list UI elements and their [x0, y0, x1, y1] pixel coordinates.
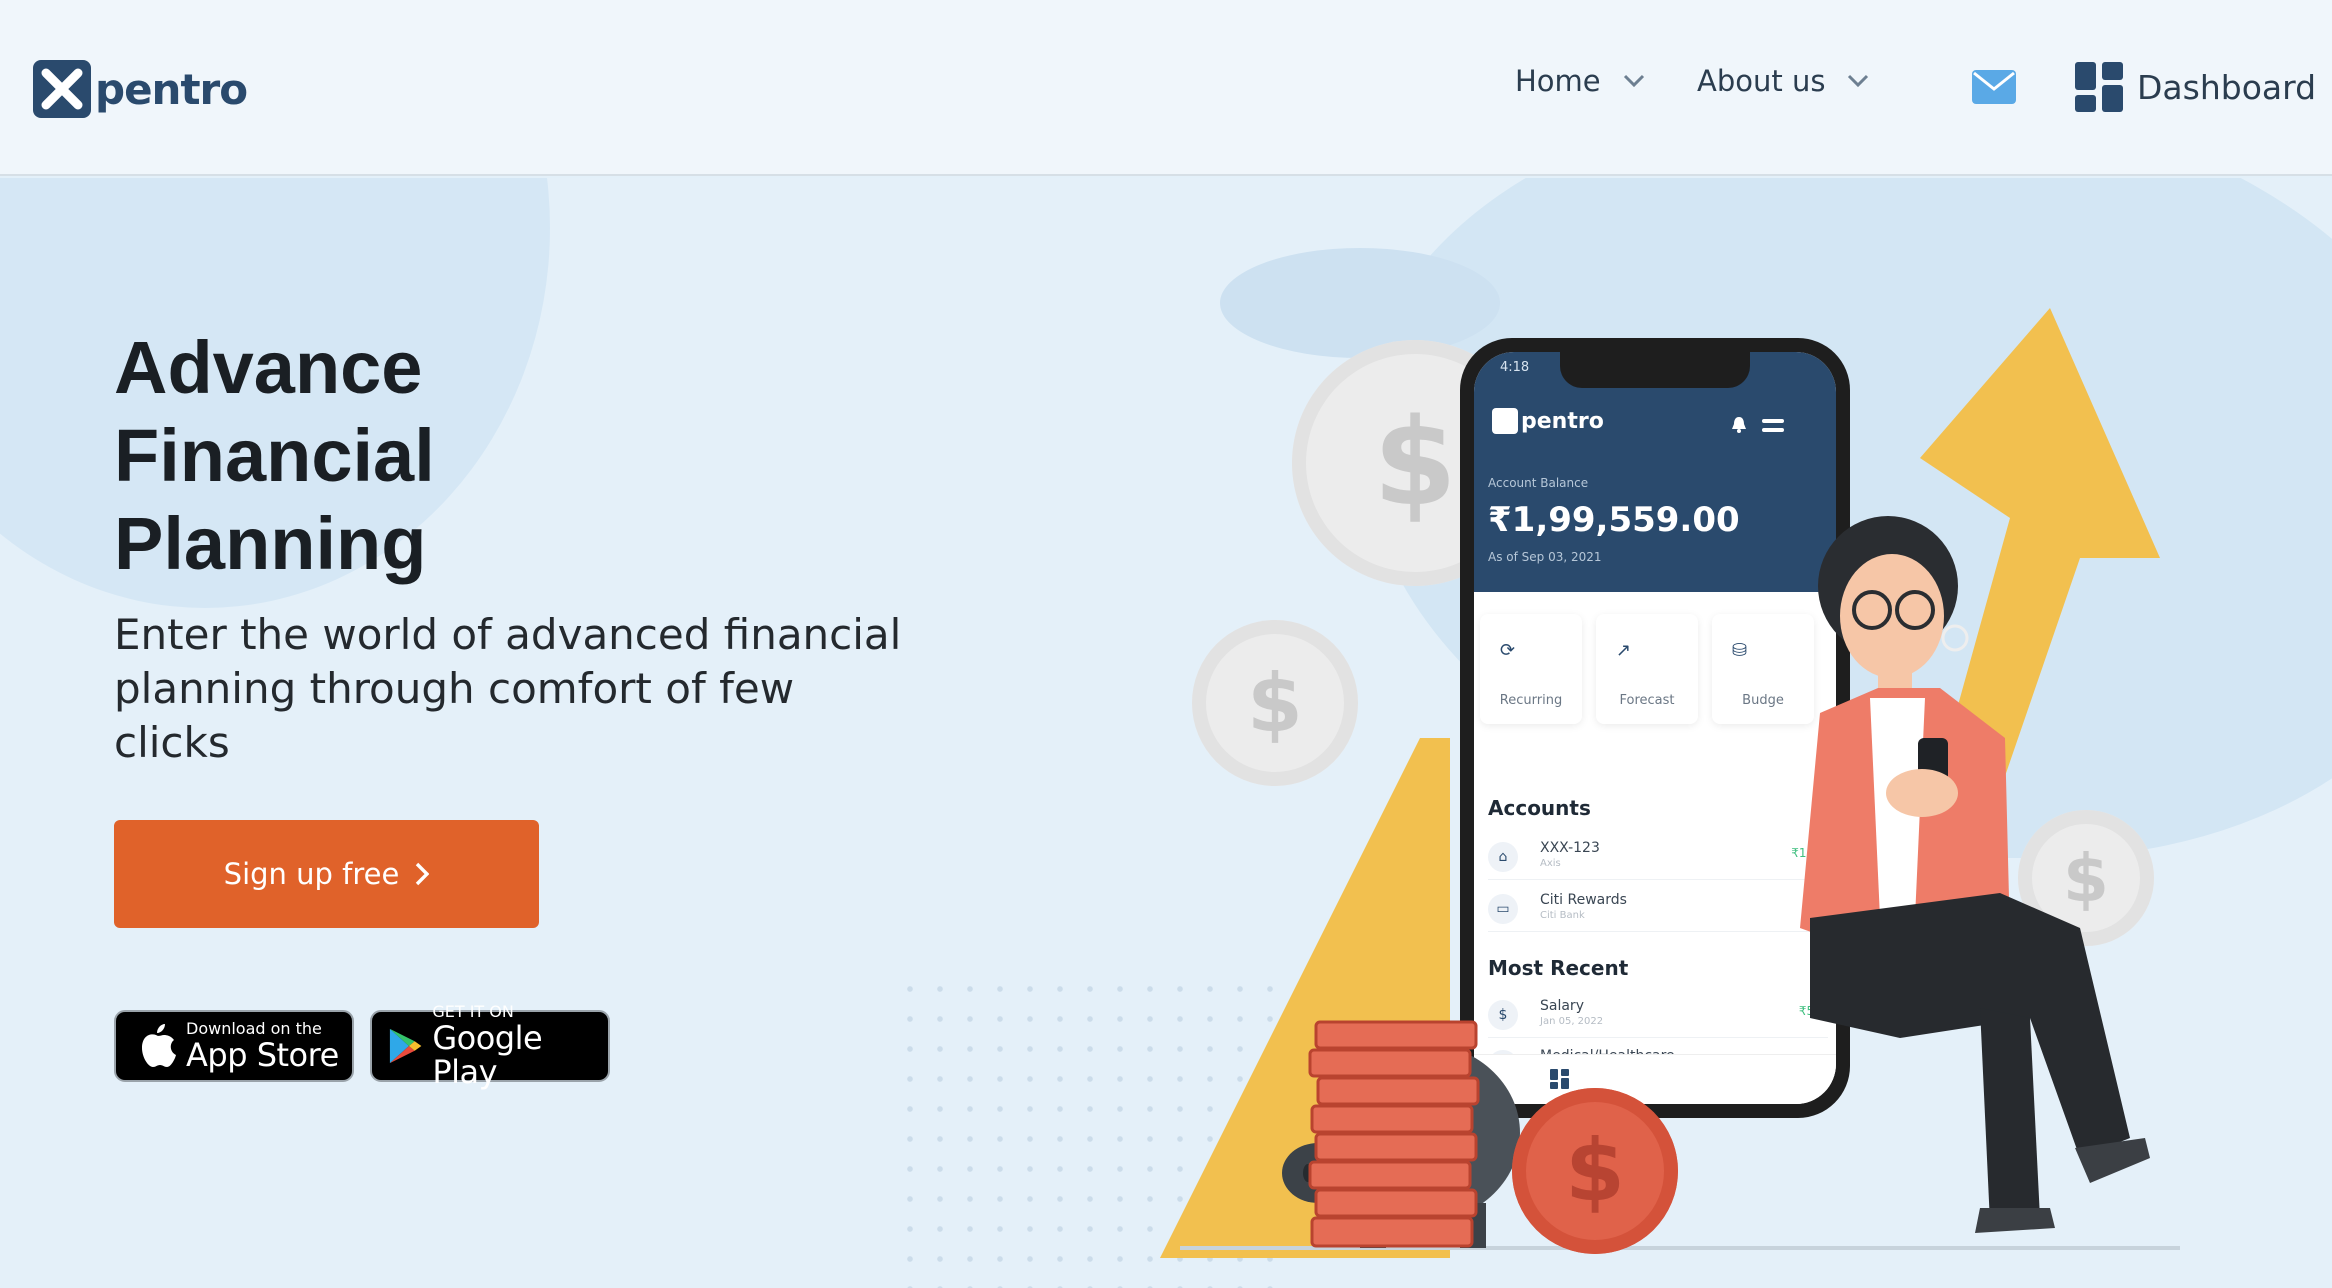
app-store-big-text: App Store: [186, 1036, 339, 1074]
dollar-coin-illustration: $: [1192, 620, 1358, 786]
hero-title-line: Advance: [114, 326, 423, 409]
nav-about-us[interactable]: About us: [1697, 64, 1869, 98]
forecast-icon: ↗: [1616, 640, 1632, 661]
quick-action-forecast: ↗ Forecast: [1596, 614, 1698, 724]
google-play-badge[interactable]: GET IT ON Google Play: [370, 1003, 610, 1089]
sign-up-label: Sign up free: [223, 857, 400, 891]
account-sub: Citi Bank: [1540, 910, 1585, 921]
bell-icon: [1732, 417, 1746, 433]
nav-home[interactable]: Home: [1515, 64, 1645, 98]
coin-stack-illustration: [1308, 1020, 1480, 1248]
accounts-title: Accounts: [1488, 796, 1591, 820]
nav-about-label: About us: [1697, 64, 1826, 98]
google-play-icon: [389, 1028, 422, 1064]
hero-subtitle: Enter the world of advanced financial pl…: [114, 610, 902, 767]
logo-text: pentro: [95, 64, 248, 114]
dashboard-grid-icon: [2075, 62, 2123, 112]
nav-home-label: Home: [1515, 64, 1601, 98]
quick-action-label: Recurring: [1499, 693, 1563, 708]
budget-icon: ⛁: [1732, 640, 1748, 661]
chevron-down-icon: [1848, 74, 1869, 88]
dashboard-link[interactable]: Dashboard: [2075, 62, 2316, 112]
mail-icon[interactable]: [1972, 70, 2016, 104]
hero-title-line: Financial: [114, 414, 435, 497]
chevron-right-icon: [416, 862, 430, 886]
dashboard-grid-icon: [1550, 1069, 1569, 1089]
top-nav-bar: pentro Home About us Dashboard: [0, 0, 2332, 176]
logo-x-mark: [1492, 408, 1518, 434]
app-logo-text: pentro: [1521, 408, 1604, 434]
recurring-icon: ⟳: [1500, 640, 1516, 661]
menu-icon: [1762, 419, 1784, 432]
balance-value: ₹1,99,559.00: [1488, 500, 1740, 540]
google-play-big-text: Google Play: [432, 1019, 543, 1091]
quick-action-recurring: ⟳ Recurring: [1480, 614, 1582, 724]
phone-notch: [1560, 352, 1750, 388]
transaction-date: Jan 05, 2022: [1540, 1016, 1604, 1027]
hero-illustration: $ $ $ 4:18 pentro Account Balance ₹1,99,…: [1150, 178, 2332, 1288]
balance-label: Account Balance: [1488, 476, 1589, 490]
balance-date: As of Sep 03, 2021: [1488, 550, 1602, 564]
transaction-name: Salary: [1540, 998, 1584, 1014]
hero-title: Advance Financial Planning: [114, 324, 714, 588]
app-logo: pentro: [1492, 408, 1604, 434]
apple-icon: [142, 1024, 176, 1067]
logo[interactable]: pentro: [33, 56, 248, 122]
quick-action-label: Forecast: [1619, 693, 1675, 708]
sign-up-button[interactable]: Sign up free: [114, 820, 539, 928]
account-name: XXX-123: [1540, 840, 1600, 856]
app-store-badge[interactable]: Download on the App Store: [114, 1010, 354, 1082]
person-with-phone-illustration: [1800, 516, 2150, 1233]
copper-coin-illustration: $: [1512, 1088, 1678, 1254]
recent-title: Most Recent: [1488, 956, 1629, 980]
hero-section: Advance Financial Planning Enter the wor…: [0, 178, 2332, 1288]
logo-x-mark: [33, 60, 91, 118]
hero-title-line: Planning: [114, 502, 427, 585]
chevron-down-icon: [1623, 74, 1644, 88]
account-name: Citi Rewards: [1540, 892, 1627, 908]
bank-icon: ⌂: [1488, 842, 1518, 872]
dashboard-label: Dashboard: [2137, 67, 2317, 107]
status-time: 4:18: [1500, 360, 1530, 375]
card-icon: ▭: [1488, 894, 1518, 924]
account-sub: Axis: [1540, 858, 1561, 869]
